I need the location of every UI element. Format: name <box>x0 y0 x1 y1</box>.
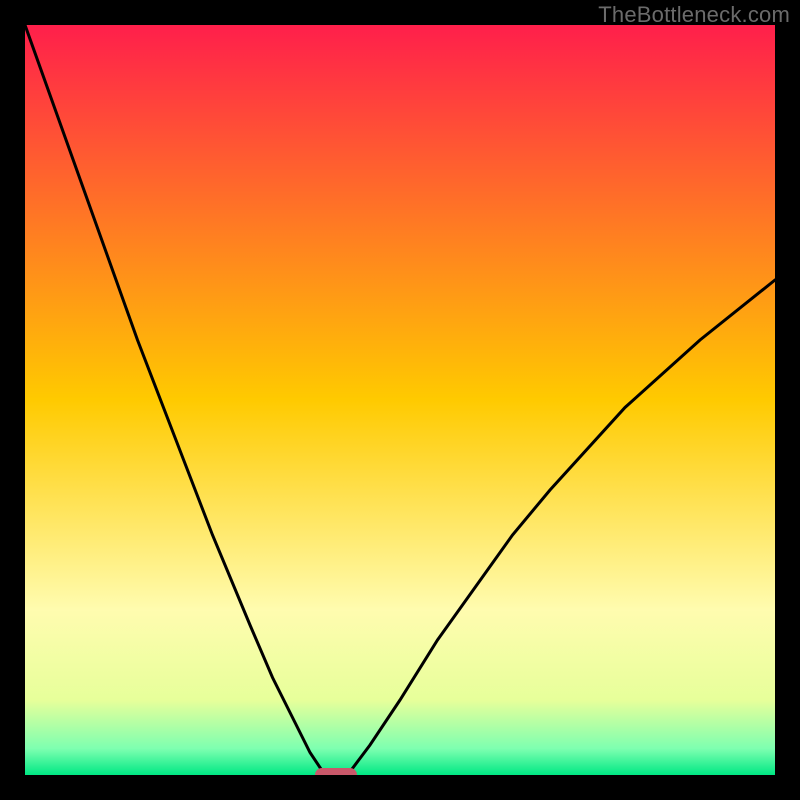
plot-area <box>25 25 775 775</box>
watermark-text: TheBottleneck.com <box>598 2 790 28</box>
curve-layer <box>25 25 775 775</box>
chart-frame: TheBottleneck.com <box>0 0 800 800</box>
right-curve <box>348 280 776 775</box>
left-curve <box>25 25 325 775</box>
bottleneck-marker <box>315 768 357 775</box>
